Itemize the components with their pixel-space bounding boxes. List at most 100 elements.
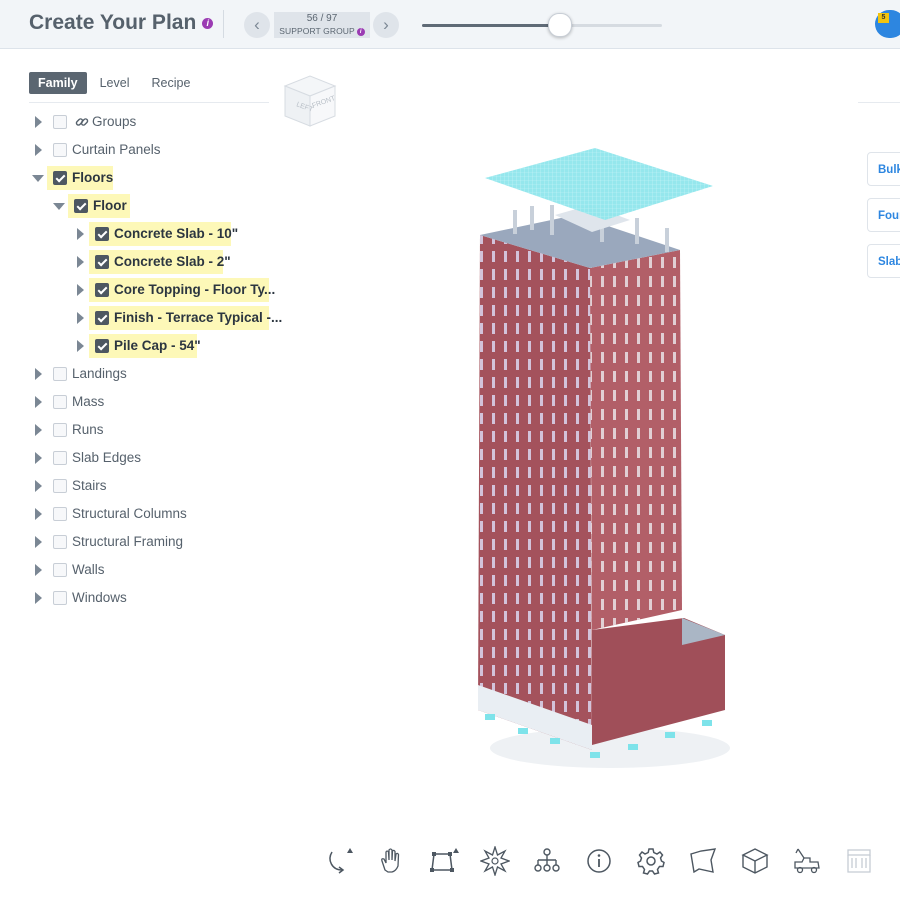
tree-item-structural-framing[interactable]: Structural Framing <box>0 528 280 556</box>
pan-tool[interactable] <box>372 840 410 880</box>
bulk-button[interactable]: Bulk <box>867 152 900 186</box>
expand-arrow-icon[interactable] <box>77 256 84 268</box>
tree-item-pile-cap[interactable]: Pile Cap - 54" <box>0 332 280 360</box>
expand-arrow-icon[interactable] <box>35 368 42 380</box>
tab-recipe[interactable]: Recipe <box>143 72 200 94</box>
tower-left-windows <box>478 235 592 750</box>
tree-checkbox[interactable] <box>53 395 67 409</box>
expand-arrow-icon[interactable] <box>35 480 42 492</box>
tree-checkbox[interactable] <box>53 451 67 465</box>
tree-checkbox[interactable] <box>53 479 67 493</box>
tree-item-floors[interactable]: Floors <box>0 164 280 192</box>
tree-item-floor[interactable]: Floor <box>0 192 280 220</box>
tree-item-runs[interactable]: Runs <box>0 416 280 444</box>
building-3d-model[interactable] <box>440 140 740 780</box>
expand-arrow-icon[interactable] <box>35 536 42 548</box>
tree-item-concrete-slab-10[interactable]: Concrete Slab - 10" <box>0 220 280 248</box>
expand-arrow-icon[interactable] <box>35 144 42 156</box>
tree-checkbox[interactable] <box>95 311 109 325</box>
map-tool[interactable] <box>684 840 722 880</box>
expand-arrow-icon[interactable] <box>77 284 84 296</box>
slider-handle[interactable] <box>547 13 572 37</box>
tree-checkbox[interactable] <box>53 507 67 521</box>
group-label: SUPPORT GROUP <box>279 26 355 36</box>
tree-label: Mass <box>72 394 105 409</box>
map-icon <box>690 848 717 874</box>
tree-item-groups[interactable]: Groups <box>0 108 280 136</box>
orbit-tool[interactable] <box>320 840 358 880</box>
storefront-icon <box>847 849 871 873</box>
storefront-tool[interactable] <box>840 840 878 880</box>
expand-arrow-icon[interactable] <box>77 312 84 324</box>
tree-item-concrete-slab-2[interactable]: Concrete Slab - 2" <box>0 248 280 276</box>
tree-checkbox[interactable] <box>53 115 67 129</box>
explode-tool[interactable] <box>476 840 514 880</box>
info-icon <box>587 849 611 873</box>
tree-checkbox[interactable] <box>95 283 109 297</box>
tree-label: Curtain Panels <box>72 142 161 157</box>
tree-item-landings[interactable]: Landings <box>0 360 280 388</box>
expand-arrow-icon[interactable] <box>35 452 42 464</box>
tree-checkbox[interactable] <box>74 199 88 213</box>
timeline-slider[interactable] <box>422 24 662 27</box>
tree-checkbox[interactable] <box>95 339 109 353</box>
tree-item-windows[interactable]: Windows <box>0 584 280 612</box>
tree-item-slab-edges[interactable]: Slab Edges <box>0 444 280 472</box>
page-title-text: Create Your Plan <box>29 11 197 34</box>
tree-checkbox[interactable] <box>53 563 67 577</box>
collapse-arrow-icon[interactable] <box>32 175 44 182</box>
tower-right-windows <box>590 250 682 630</box>
section-box-tool[interactable] <box>736 840 774 880</box>
settings-tool[interactable] <box>632 840 670 880</box>
notification-badge: 5 <box>878 13 889 23</box>
tree-checkbox[interactable] <box>95 227 109 241</box>
prev-group-button[interactable]: ‹ <box>244 12 270 38</box>
tree-checkbox[interactable] <box>53 143 67 157</box>
view-cube[interactable]: LEFT FRONT <box>281 70 339 130</box>
expand-arrow-icon[interactable] <box>35 424 42 436</box>
model-tree-tool[interactable] <box>528 840 566 880</box>
expand-arrow-icon[interactable] <box>35 592 42 604</box>
tree-item-mass[interactable]: Mass <box>0 388 280 416</box>
tab-family[interactable]: Family <box>29 72 87 94</box>
slab-button[interactable]: Slab <box>867 244 900 278</box>
expand-arrow-icon[interactable] <box>77 340 84 352</box>
foundation-button[interactable]: Foun <box>867 198 900 232</box>
settings-icon <box>637 848 665 875</box>
equipment-tool[interactable] <box>788 840 826 880</box>
tree-checkbox[interactable] <box>53 535 67 549</box>
expand-arrow-icon[interactable] <box>77 228 84 240</box>
expand-arrow-icon[interactable] <box>35 116 42 128</box>
collapse-arrow-icon[interactable] <box>53 203 65 210</box>
tree-item-stairs[interactable]: Stairs <box>0 472 280 500</box>
selected-roof-slab[interactable] <box>485 148 713 220</box>
app-header: Create Your Plan i ‹ 56 / 97 SUPPORT GROU… <box>0 0 900 49</box>
side-panel-divider <box>858 102 900 103</box>
tree-label: Runs <box>72 422 104 437</box>
tree-checkbox[interactable] <box>95 255 109 269</box>
tree-label: Structural Framing <box>72 534 184 549</box>
tree-checkbox[interactable] <box>53 591 67 605</box>
title-info-icon[interactable]: i <box>202 17 214 29</box>
tree-checkbox[interactable] <box>53 171 67 185</box>
tree-item-core-topping[interactable]: Core Topping - Floor Ty... <box>0 276 280 304</box>
tree-checkbox[interactable] <box>53 367 67 381</box>
tree-checkbox[interactable] <box>53 423 67 437</box>
next-group-button[interactable]: › <box>373 12 399 38</box>
fit-view-tool[interactable] <box>424 840 462 880</box>
tree-item-finish-terrace[interactable]: Finish - Terrace Typical -... <box>0 304 282 332</box>
tree-label: Stairs <box>72 478 107 493</box>
expand-arrow-icon[interactable] <box>35 396 42 408</box>
page-title: Create Your Plan i <box>29 11 214 35</box>
tree-item-structural-columns[interactable]: Structural Columns <box>0 500 280 528</box>
properties-tool[interactable] <box>580 840 618 880</box>
group-info-icon[interactable]: i <box>356 27 365 36</box>
expand-arrow-icon[interactable] <box>35 564 42 576</box>
tree-item-walls[interactable]: Walls <box>0 556 280 584</box>
orbit-icon <box>329 848 353 874</box>
tree-label: Walls <box>72 562 105 577</box>
expand-arrow-icon[interactable] <box>35 508 42 520</box>
notifications-icon[interactable]: 5 <box>875 10 900 38</box>
tab-level[interactable]: Level <box>91 72 139 94</box>
tree-item-curtain-panels[interactable]: Curtain Panels <box>0 136 280 164</box>
